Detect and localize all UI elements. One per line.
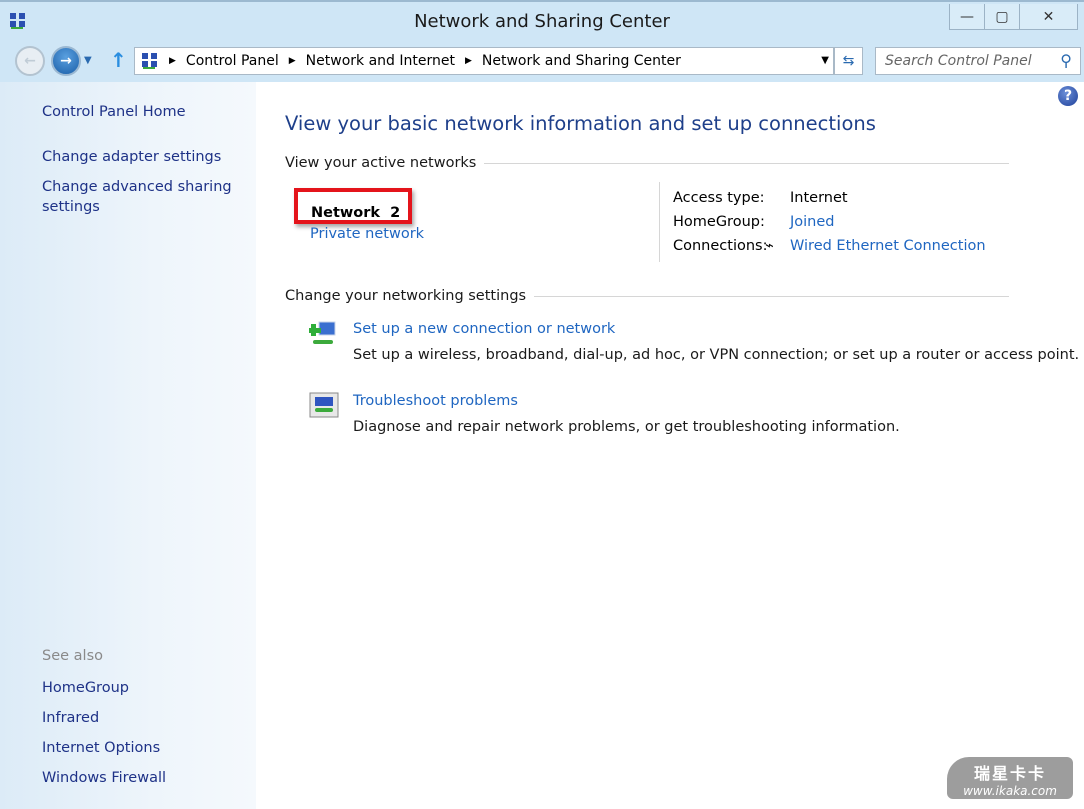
back-button[interactable]: ← [15, 46, 45, 76]
page-heading: View your basic network information and … [285, 112, 876, 135]
network-name: Network 2 [311, 205, 401, 221]
homegroup-label: HomeGroup: [673, 214, 765, 230]
setup-new-connection-desc: Set up a wireless, broadband, dial-up, a… [353, 347, 1080, 363]
up-button[interactable]: ↑ [110, 48, 127, 72]
ethernet-icon: ⌁ [765, 238, 774, 254]
access-type-label: Access type: [673, 190, 765, 206]
watermark-logo: 瑞星卡卡 www.ikaka.com [947, 757, 1073, 799]
watermark-brand: 瑞星卡卡 [973, 764, 1046, 783]
wired-ethernet-connection-link[interactable]: Wired Ethernet Connection [790, 238, 986, 254]
breadcrumb-network-and-internet[interactable]: Network and Internet [306, 53, 455, 69]
breadcrumb-separator-icon[interactable]: ▶ [465, 56, 472, 66]
sidebar-link-infrared[interactable]: Infrared [42, 708, 99, 728]
networking-settings-section: Change your networking settings [285, 288, 1009, 304]
close-button[interactable]: ✕ [1020, 4, 1077, 29]
search-icon[interactable]: ⚲ [1060, 51, 1072, 70]
breadcrumb-network-sharing-center[interactable]: Network and Sharing Center [482, 53, 681, 69]
search-placeholder: Search Control Panel [885, 53, 1032, 69]
breadcrumb-control-panel[interactable]: Control Panel [186, 53, 279, 69]
recent-pages-dropdown[interactable]: ▼ [84, 55, 92, 66]
address-bar[interactable]: ▶ Control Panel ▶ Network and Internet ▶… [134, 47, 834, 75]
troubleshoot-icon [309, 392, 339, 418]
homegroup-link[interactable]: Joined [790, 214, 835, 230]
sidebar-link-homegroup[interactable]: HomeGroup [42, 678, 129, 698]
help-icon[interactable]: ? [1058, 86, 1078, 106]
sidebar-link-windows-firewall[interactable]: Windows Firewall [42, 768, 166, 788]
maximize-button[interactable]: ▢ [985, 4, 1020, 29]
connections-label: Connections: [673, 238, 768, 254]
active-networks-label: View your active networks [285, 155, 477, 171]
forward-button[interactable]: → [51, 46, 81, 76]
see-also-label: See also [42, 648, 103, 664]
sidebar-link-change-advanced-sharing[interactable]: Change advanced sharing settings [42, 177, 232, 217]
window-title: Network and Sharing Center [414, 11, 670, 32]
watermark-url: www.ikaka.com [963, 784, 1057, 798]
network-type-link[interactable]: Private network [310, 226, 424, 242]
new-connection-icon [309, 321, 336, 344]
setup-new-connection-link[interactable]: Set up a new connection or network [353, 321, 615, 337]
divider [659, 182, 660, 262]
minimize-button[interactable]: — [950, 4, 985, 29]
networking-settings-label: Change your networking settings [285, 288, 527, 304]
refresh-button[interactable]: ⇆ [834, 47, 863, 75]
navigation-bar: ← → ▼ ↑ ▶ Control Panel ▶ Network and In… [0, 42, 1084, 82]
main-content: ? View your basic network information an… [256, 82, 1084, 809]
breadcrumb-separator-icon[interactable]: ▶ [169, 56, 176, 66]
access-type-value: Internet [790, 190, 848, 206]
homegroup-row: HomeGroup: Joined [673, 214, 835, 230]
troubleshoot-problems-link[interactable]: Troubleshoot problems [353, 393, 518, 409]
sidebar-link-internet-options[interactable]: Internet Options [42, 738, 160, 758]
search-input[interactable]: Search Control Panel ⚲ [875, 47, 1081, 75]
network-name-highlight: Network 2 [294, 188, 412, 224]
address-dropdown-icon[interactable]: ▼ [821, 55, 829, 66]
connections-row: Connections: ⌁ Wired Ethernet Connection [673, 238, 986, 254]
sidebar-link-change-adapter-settings[interactable]: Change adapter settings [42, 147, 221, 167]
breadcrumb-separator-icon[interactable]: ▶ [289, 56, 296, 66]
control-panel-icon [142, 53, 157, 69]
access-type-row: Access type: Internet [673, 190, 848, 206]
troubleshoot-problems-desc: Diagnose and repair network problems, or… [353, 419, 900, 435]
title-bar: Network and Sharing Center — ▢ ✕ [0, 0, 1084, 40]
sidebar: Control Panel Home Change adapter settin… [0, 82, 256, 809]
active-networks-section: View your active networks [285, 155, 1009, 171]
sidebar-link-control-panel-home[interactable]: Control Panel Home [42, 102, 186, 122]
